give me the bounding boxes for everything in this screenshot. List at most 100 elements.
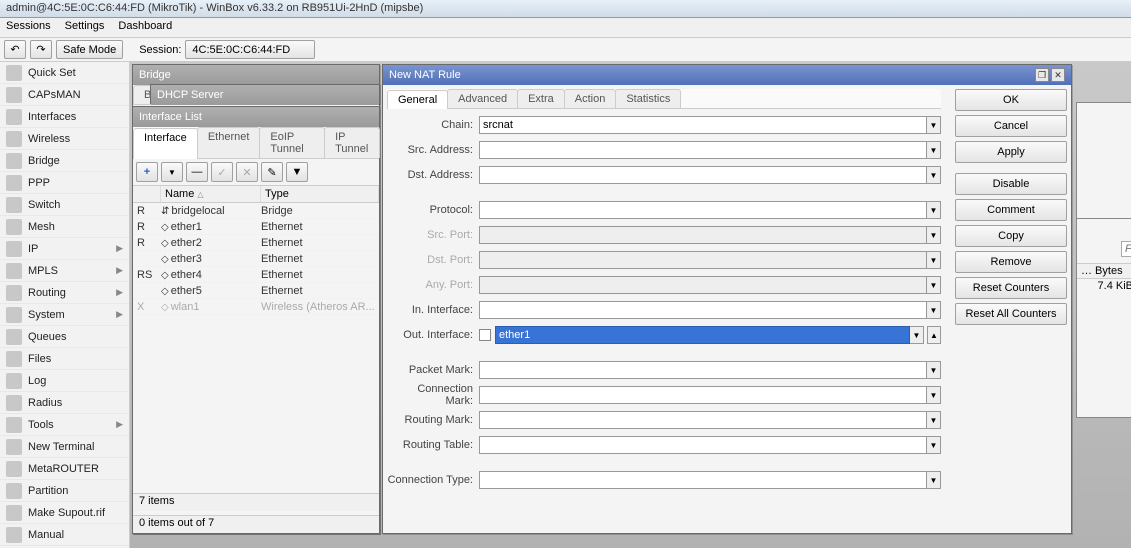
sidebar-item-partition[interactable]: Partition	[0, 480, 129, 502]
sidebar-item-switch[interactable]: Switch	[0, 194, 129, 216]
tab-interface[interactable]: Interface	[133, 128, 198, 159]
pmark-input[interactable]	[479, 361, 927, 379]
inif-input[interactable]	[479, 301, 927, 319]
inif-expand[interactable]: ▼	[927, 301, 941, 319]
restore-icon[interactable]: ❐	[1035, 68, 1049, 82]
tab-action[interactable]: Action	[564, 89, 617, 108]
filter-button[interactable]: ▼	[286, 162, 308, 182]
nat-window[interactable]: New NAT Rule ❐ ✕ General Advanced Extra …	[382, 64, 1072, 534]
outif-input[interactable]	[495, 326, 910, 344]
cmark-expand[interactable]: ▼	[927, 386, 941, 404]
srcaddr-input[interactable]	[479, 141, 927, 159]
close-icon[interactable]: ✕	[1051, 68, 1065, 82]
tab-eoip[interactable]: EoIP Tunnel	[259, 127, 325, 158]
pmark-expand[interactable]: ▼	[927, 361, 941, 379]
sidebar-item-files[interactable]: Files	[0, 348, 129, 370]
sidebar-item-radius[interactable]: Radius	[0, 392, 129, 414]
disable-button[interactable]: Disable	[955, 173, 1067, 195]
sidebar-item-interfaces[interactable]: Interfaces	[0, 106, 129, 128]
sidebar-item-system[interactable]: System▶	[0, 304, 129, 326]
interface-list-title[interactable]: Interface List	[133, 107, 379, 127]
ctype-expand[interactable]: ▼	[927, 471, 941, 489]
col-bytes[interactable]: … Bytes	[1077, 264, 1131, 278]
sidebar-item-mesh[interactable]: Mesh	[0, 216, 129, 238]
comment-button[interactable]: Comment	[955, 199, 1067, 221]
sidebar-item-tools[interactable]: Tools▶	[0, 414, 129, 436]
outif-expand[interactable]: ▲	[927, 326, 941, 344]
add-dropdown[interactable]: ▼	[161, 162, 183, 182]
disable-button[interactable]: ✕	[236, 162, 258, 182]
sidebar-item-new-terminal[interactable]: New Terminal	[0, 436, 129, 458]
sidebar-item-wireless[interactable]: Wireless	[0, 128, 129, 150]
interface-row[interactable]: RS◇ether4Ethernet	[133, 267, 379, 283]
outif-invert-checkbox[interactable]	[479, 329, 491, 341]
col-name[interactable]: Name △	[161, 186, 261, 202]
tab-general[interactable]: General	[387, 90, 448, 109]
sidebar-item-bridge[interactable]: Bridge	[0, 150, 129, 172]
add-button[interactable]: +	[136, 162, 158, 182]
remove-button[interactable]: —	[186, 162, 208, 182]
interface-row[interactable]: X◇wlan1Wireless (Atheros AR...	[133, 299, 379, 315]
sidebar-item-quick-set[interactable]: Quick Set	[0, 62, 129, 84]
sidebar-item-make-supout-rif[interactable]: Make Supout.rif	[0, 502, 129, 524]
dstaddr-input[interactable]	[479, 166, 927, 184]
tab-ethernet[interactable]: Ethernet	[197, 127, 261, 158]
dstaddr-expand[interactable]: ▼	[927, 166, 941, 184]
interface-row[interactable]: ◇ether5Ethernet	[133, 283, 379, 299]
srcaddr-expand[interactable]: ▼	[927, 141, 941, 159]
rmark-expand[interactable]: ▼	[927, 411, 941, 429]
undo-button[interactable]: ↶	[4, 40, 26, 59]
dhcp-window-title[interactable]: DHCP Server	[151, 85, 379, 105]
protocol-expand[interactable]: ▼	[927, 201, 941, 219]
apply-button[interactable]: Apply	[955, 141, 1067, 163]
sidebar-item-metarouter[interactable]: MetaROUTER	[0, 458, 129, 480]
chain-dropdown[interactable]: ▼	[927, 116, 941, 134]
interface-row[interactable]: R◇ether1Ethernet	[133, 219, 379, 235]
interface-list-window[interactable]: Interface List Interface Ethernet EoIP T…	[132, 106, 380, 534]
tab-statistics[interactable]: Statistics	[615, 89, 681, 108]
redo-button[interactable]: ↷	[30, 40, 52, 59]
sidebar-item-manual[interactable]: Manual	[0, 524, 129, 546]
nat-window-title[interactable]: New NAT Rule ❐ ✕	[383, 65, 1071, 85]
tab-extra[interactable]: Extra	[517, 89, 565, 108]
sidebar-item-queues[interactable]: Queues	[0, 326, 129, 348]
enable-button[interactable]: ✓	[211, 162, 233, 182]
reset-all-counters-button[interactable]: Reset All Counters	[955, 303, 1067, 325]
interface-row[interactable]: R⇵bridgelocalBridge	[133, 203, 379, 219]
menu-dashboard[interactable]: Dashboard	[118, 20, 172, 35]
dhcp-window[interactable]: DHCP Server	[150, 84, 380, 104]
copy-button[interactable]: Copy	[955, 225, 1067, 247]
reset-counters-button[interactable]: Reset Counters	[955, 277, 1067, 299]
sidebar-icon	[6, 307, 22, 323]
col-type[interactable]: Type	[261, 186, 379, 202]
outif-dropdown[interactable]: ▼	[910, 326, 924, 344]
background-window-2[interactable]: ❐ ✕ all ▼ … Bytes Packets ▼ 7.4 KiB 131	[1076, 218, 1131, 418]
cancel-button[interactable]: Cancel	[955, 115, 1067, 137]
ok-button[interactable]: OK	[955, 89, 1067, 111]
remove-button[interactable]: Remove	[955, 251, 1067, 273]
tab-advanced[interactable]: Advanced	[447, 89, 518, 108]
tab-iptunnel[interactable]: IP Tunnel	[324, 127, 380, 158]
rmark-input[interactable]	[479, 411, 927, 429]
interface-row[interactable]: ◇ether3Ethernet	[133, 251, 379, 267]
safe-mode-button[interactable]: Safe Mode	[56, 40, 123, 59]
sidebar-item-ppp[interactable]: PPP	[0, 172, 129, 194]
menu-settings[interactable]: Settings	[65, 20, 105, 35]
chain-input[interactable]	[479, 116, 927, 134]
sidebar-item-ip[interactable]: IP▶	[0, 238, 129, 260]
comment-button[interactable]: ✎	[261, 162, 283, 182]
protocol-input[interactable]	[479, 201, 927, 219]
find-input[interactable]	[1121, 241, 1131, 257]
sidebar-item-mpls[interactable]: MPLS▶	[0, 260, 129, 282]
col-flag[interactable]	[133, 186, 161, 202]
sidebar-item-capsman[interactable]: CAPsMAN	[0, 84, 129, 106]
rtable-input[interactable]	[479, 436, 927, 454]
sidebar-item-routing[interactable]: Routing▶	[0, 282, 129, 304]
rtable-expand[interactable]: ▼	[927, 436, 941, 454]
bridge-window-title[interactable]: Bridge	[133, 65, 379, 85]
cmark-input[interactable]	[479, 386, 927, 404]
ctype-input[interactable]	[479, 471, 927, 489]
interface-row[interactable]: R◇ether2Ethernet	[133, 235, 379, 251]
menu-sessions[interactable]: Sessions	[6, 20, 51, 35]
sidebar-item-log[interactable]: Log	[0, 370, 129, 392]
